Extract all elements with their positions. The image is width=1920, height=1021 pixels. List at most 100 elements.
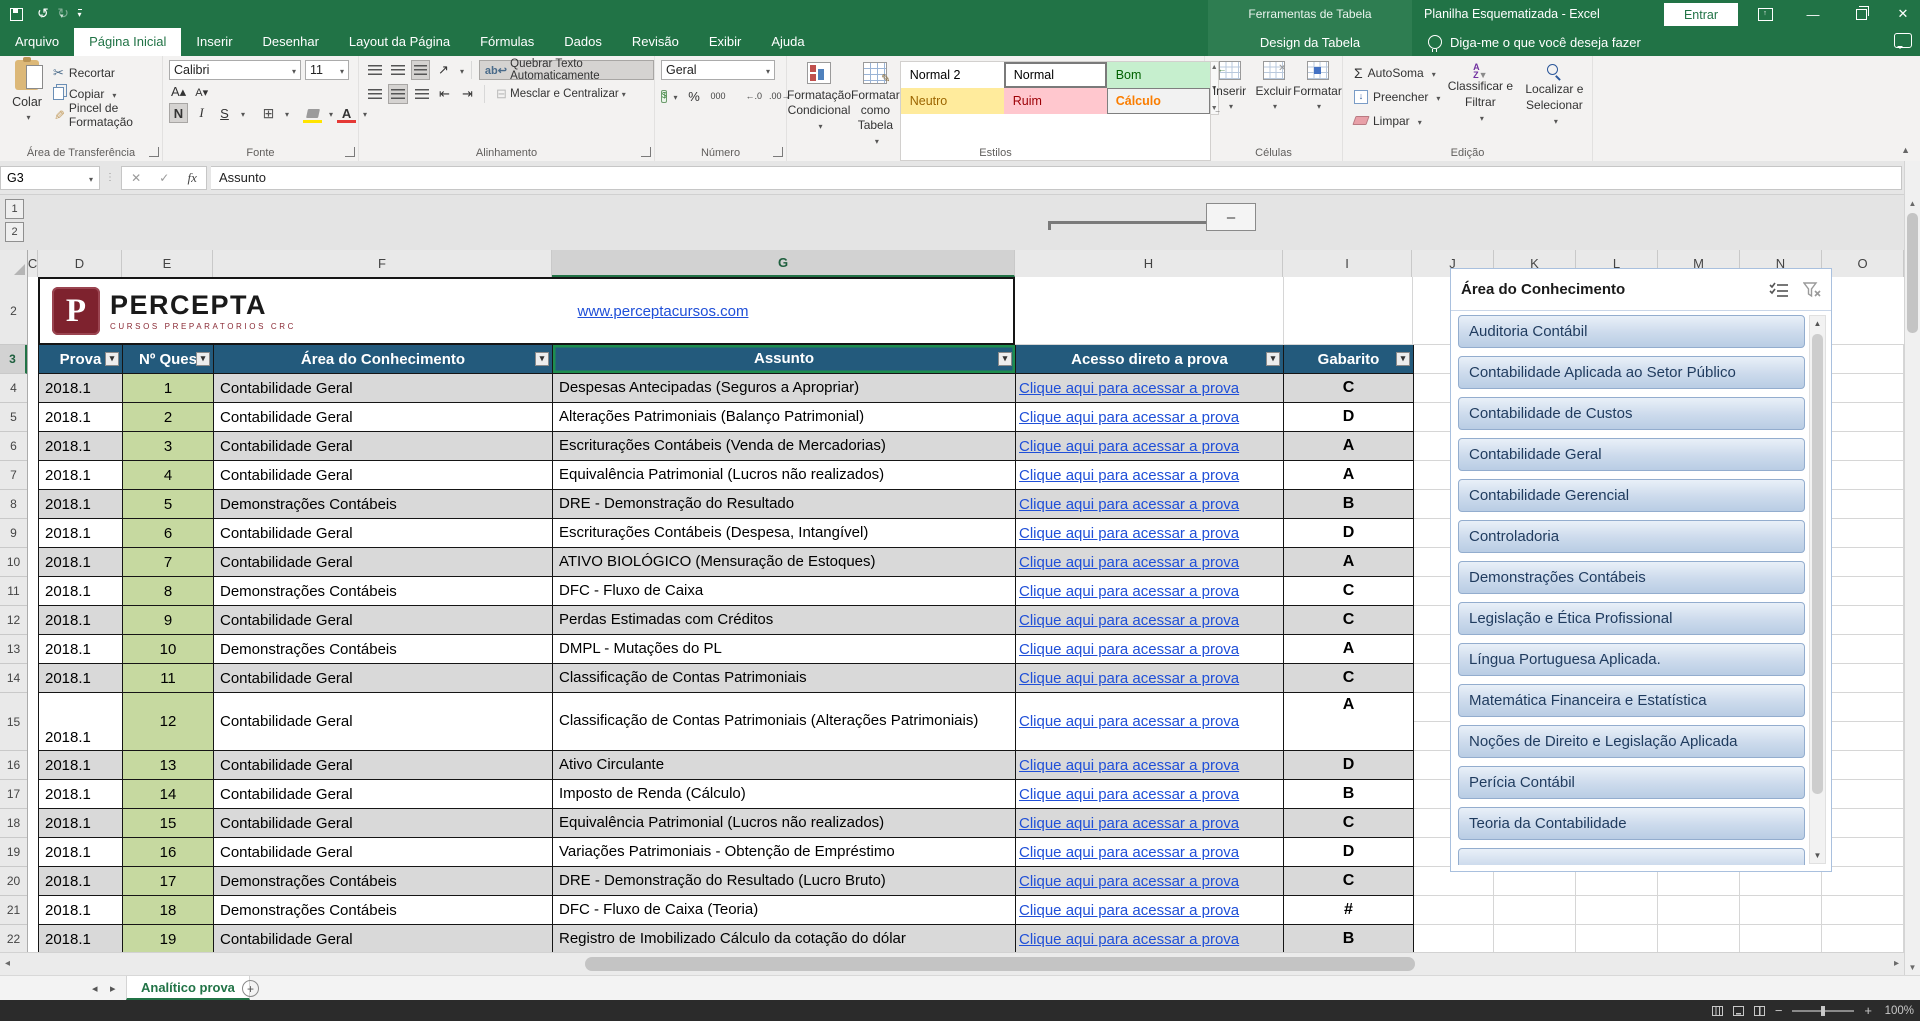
slicer-item[interactable]: Noções de Direito e Legislação Aplicada — [1458, 725, 1805, 758]
column-header-G[interactable]: G — [552, 250, 1015, 277]
cell-assunto[interactable]: DRE - Demonstração do Resultado — [553, 490, 1016, 518]
align-top-button[interactable] — [365, 60, 384, 80]
column-header-E[interactable]: E — [122, 250, 213, 277]
cell-prova[interactable]: 2018.1 — [39, 374, 123, 402]
minimize-button[interactable]: — — [1796, 0, 1830, 28]
shrink-font-button[interactable]: A▾ — [192, 82, 211, 102]
cell-assunto[interactable]: Classificação de Contas Patrimoniais — [553, 664, 1016, 692]
cell-area[interactable]: Contabilidade Geral — [214, 374, 553, 402]
slicer-item-partial[interactable] — [1458, 848, 1805, 865]
outline-level-2-button[interactable]: 2 — [5, 222, 24, 242]
fill-color-button[interactable] — [303, 103, 322, 123]
tab-ajuda[interactable]: Ajuda — [756, 28, 819, 56]
cell-prova[interactable]: 2018.1 — [39, 751, 123, 779]
cell-questao[interactable]: 2 — [123, 403, 214, 431]
cell-area[interactable]: Demonstrações Contábeis — [214, 867, 553, 895]
prova-link[interactable]: Clique aqui para acessar a prova — [1019, 409, 1239, 426]
row-header-5[interactable]: 5 — [0, 403, 27, 432]
row-header-8[interactable]: 8 — [0, 490, 27, 519]
filter-dropdown-icon[interactable] — [998, 352, 1012, 366]
row-header-9[interactable]: 9 — [0, 519, 27, 548]
cell-gabarito[interactable]: D — [1284, 838, 1413, 866]
cell-area[interactable]: Contabilidade Geral — [214, 664, 553, 692]
slicer-item[interactable]: Matemática Financeira e Estatística — [1458, 684, 1805, 717]
prova-link[interactable]: Clique aqui para acessar a prova — [1019, 438, 1239, 455]
filter-dropdown-icon[interactable] — [105, 352, 119, 366]
row-header-6[interactable]: 6 — [0, 432, 27, 461]
cell-assunto[interactable]: Equivalência Patrimonial (Lucros não rea… — [553, 461, 1016, 489]
save-icon[interactable] — [10, 8, 23, 21]
cell-questao[interactable]: 6 — [123, 519, 214, 547]
header-questao[interactable]: Nº Ques — [123, 345, 214, 373]
tab-design-da-tabela[interactable]: Design da Tabela — [1208, 28, 1412, 56]
cell-assunto[interactable]: DMPL - Mutações do PL — [553, 635, 1016, 663]
cell-prova[interactable]: 2018.1 — [39, 548, 123, 576]
new-sheet-icon[interactable]: + — [242, 980, 259, 997]
row-header-18[interactable]: 18 — [0, 809, 27, 838]
wrap-text-button[interactable]: ab↩ Quebrar Texto Automaticamente — [479, 60, 654, 80]
scroll-up-icon[interactable]: ▲ — [1810, 316, 1825, 331]
align-middle-button[interactable] — [388, 60, 407, 80]
cell-assunto[interactable]: Registro de Imobilizado Cálculo da cotaç… — [553, 925, 1016, 952]
header-prova[interactable]: Prova — [39, 345, 123, 373]
cell-prova[interactable]: 2018.1 — [39, 809, 123, 837]
dialog-launcher-icon[interactable] — [641, 147, 651, 157]
zoom-slider[interactable] — [1792, 1010, 1854, 1012]
row-header-17[interactable]: 17 — [0, 780, 27, 809]
slicer-item[interactable]: Perícia Contábil — [1458, 766, 1805, 799]
cell-questao[interactable]: 1 — [123, 374, 214, 402]
cell-questao[interactable]: 3 — [123, 432, 214, 460]
cell-questao[interactable]: 17 — [123, 867, 214, 895]
row-header-4[interactable]: 4 — [0, 374, 27, 403]
cell-assunto[interactable]: Despesas Antecipadas (Seguros a Apropria… — [553, 374, 1016, 402]
underline-button[interactable]: S — [215, 103, 234, 123]
tab-exibir[interactable]: Exibir — [694, 28, 757, 56]
cell-questao[interactable]: 13 — [123, 751, 214, 779]
cut-button[interactable]: ✂Recortar — [50, 62, 162, 83]
scroll-up-icon[interactable]: ▲ — [1905, 195, 1920, 211]
font-family-combobox[interactable]: Calibri — [169, 60, 301, 80]
accounting-format-icon[interactable]: $ — [661, 90, 667, 103]
cell-prova[interactable]: 2018.1 — [39, 461, 123, 489]
grow-font-button[interactable]: A▴ — [169, 82, 188, 102]
enter-icon[interactable]: ✓ — [159, 171, 169, 185]
align-bottom-button[interactable] — [411, 60, 430, 80]
delete-cells-button[interactable]: Excluir — [1253, 61, 1295, 139]
cell-questao[interactable]: 7 — [123, 548, 214, 576]
name-box[interactable]: G3 — [0, 166, 100, 190]
collapse-ribbon-icon[interactable]: ▲ — [1901, 145, 1910, 155]
scroll-thumb[interactable] — [1907, 213, 1918, 333]
format-as-table-button[interactable]: Formatar como Tabela — [851, 56, 900, 148]
row-header-3[interactable]: 3 — [0, 345, 27, 374]
header-assunto-selected-cell[interactable]: Assunto — [553, 345, 1016, 373]
header-acesso[interactable]: Acesso direto a prova — [1016, 345, 1284, 373]
cell-questao[interactable]: 18 — [123, 896, 214, 924]
column-header-C[interactable]: C — [28, 250, 38, 277]
cell-prova[interactable]: 2018.1 — [39, 693, 123, 750]
dialog-launcher-icon[interactable] — [149, 147, 159, 157]
style-normal[interactable]: Normal — [1004, 62, 1107, 88]
cell-gabarito[interactable]: D — [1284, 519, 1413, 547]
tab-layout-da-página[interactable]: Layout da Página — [334, 28, 465, 56]
prova-link[interactable]: Clique aqui para acessar a prova — [1019, 583, 1239, 600]
sort-filter-button[interactable]: AZ▼ Classificar e Filtrar — [1443, 56, 1517, 142]
vertical-scrollbar[interactable]: ▲ ▼ — [1904, 161, 1920, 975]
formula-input[interactable]: Assunto — [211, 166, 1902, 190]
clear-filter-icon[interactable] — [1803, 282, 1821, 298]
tab-fórmulas[interactable]: Fórmulas — [465, 28, 549, 56]
cell-gabarito[interactable]: C — [1284, 374, 1413, 402]
dialog-launcher-icon[interactable] — [773, 147, 783, 157]
style-neutro[interactable]: Neutro — [901, 88, 1004, 114]
scroll-left-icon[interactable]: ◂ — [5, 958, 10, 969]
cell-prova[interactable]: 2018.1 — [39, 896, 123, 924]
cell-questao[interactable]: 4 — [123, 461, 214, 489]
prova-link[interactable]: Clique aqui para acessar a prova — [1019, 554, 1239, 571]
cell-gabarito[interactable]: A — [1284, 693, 1413, 750]
cell-area[interactable]: Demonstrações Contábeis — [214, 490, 553, 518]
prova-link[interactable]: Clique aqui para acessar a prova — [1019, 873, 1239, 890]
align-right-button[interactable] — [412, 84, 431, 104]
row-header-12[interactable]: 12 — [0, 606, 27, 635]
cell-gabarito[interactable]: A — [1284, 432, 1413, 460]
row-header-2[interactable]: 2 — [0, 277, 27, 345]
cell-area[interactable]: Demonstrações Contábeis — [214, 577, 553, 605]
